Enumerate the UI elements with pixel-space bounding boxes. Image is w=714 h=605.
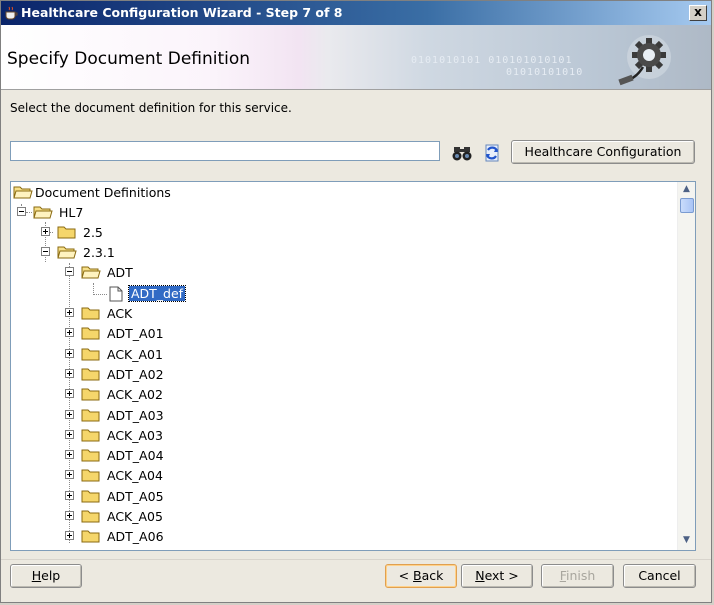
folder-icon	[57, 226, 76, 239]
tree-node-label: 2.5	[83, 225, 103, 240]
folder-icon	[81, 449, 100, 462]
folder-icon	[81, 490, 100, 503]
tree-connector	[69, 263, 70, 543]
tree-node-label: ACK	[107, 306, 133, 321]
folder-icon	[81, 307, 100, 320]
tree-connector	[26, 212, 32, 213]
collapse-icon[interactable]	[65, 267, 74, 276]
instruction-text: Select the document definition for this …	[10, 101, 292, 115]
tree-node-label: HL7	[59, 205, 84, 220]
open-folder-icon	[33, 206, 53, 219]
folder-icon	[81, 429, 100, 442]
binoculars-icon[interactable]	[451, 142, 473, 164]
open-folder-icon	[13, 186, 33, 199]
tree-node-label: ACK_A04	[107, 468, 163, 483]
tree-node-label: ADT_A04	[107, 448, 164, 463]
footer-divider	[1, 559, 711, 560]
scrollbar-thumb[interactable]	[680, 198, 694, 213]
expand-icon[interactable]	[65, 470, 74, 479]
tree-node-label: Document Definitions	[35, 185, 171, 200]
tree-node-label: 2.3.1	[83, 245, 115, 260]
folder-icon	[81, 510, 100, 523]
expand-icon[interactable]	[65, 511, 74, 520]
open-folder-icon	[81, 266, 101, 279]
search-input[interactable]	[10, 141, 440, 161]
tree-node-label: ADT_A06	[107, 529, 164, 544]
scroll-down-icon[interactable]: ▼	[680, 535, 693, 548]
folder-icon	[81, 327, 100, 340]
collapse-icon[interactable]	[41, 247, 50, 256]
coffee-cup-icon	[5, 6, 18, 20]
window-title: Healthcare Configuration Wizard - Step 7…	[21, 5, 343, 20]
tree-node-label: ADT_A05	[107, 489, 164, 504]
tree-node-label: ACK_A02	[107, 387, 163, 402]
close-button[interactable]: x	[689, 5, 707, 21]
tree-connector	[93, 294, 107, 295]
folder-icon	[81, 469, 100, 482]
expand-icon[interactable]	[65, 531, 74, 540]
tree-node-label: ADT_A02	[107, 367, 164, 382]
scroll-up-icon[interactable]: ▲	[680, 184, 693, 197]
wizard-window: Healthcare Configuration Wizard - Step 7…	[0, 0, 712, 603]
next-button[interactable]: Next >	[461, 564, 533, 588]
expand-icon[interactable]	[65, 328, 74, 337]
back-button[interactable]: < Back	[385, 564, 457, 588]
tree-node-label: ACK_A03	[107, 428, 163, 443]
document-definition-tree[interactable]: Document Definitions HL7 2.5 2.3.1 ADT A…	[10, 181, 696, 551]
header-banner: 0101010101 010101010101 01010101010 Spec…	[1, 25, 711, 90]
vertical-scrollbar[interactable]: ▲ ▼	[677, 182, 695, 550]
folder-icon	[81, 368, 100, 381]
banner-binary-text: 0101010101 010101010101	[411, 55, 573, 66]
help-button[interactable]: Help	[10, 564, 82, 588]
collapse-icon[interactable]	[17, 207, 26, 216]
tree-node-label: ADT	[107, 265, 133, 280]
finish-button[interactable]: Finish	[541, 564, 614, 588]
tree-node-label: ACK_A05	[107, 509, 163, 524]
tree-node-label: ADT_A01	[107, 326, 164, 341]
expand-icon[interactable]	[65, 430, 74, 439]
expand-icon[interactable]	[65, 308, 74, 317]
expand-icon[interactable]	[65, 491, 74, 500]
open-folder-icon	[57, 246, 77, 259]
tree-node-label: ACK_A01	[107, 347, 163, 362]
expand-icon[interactable]	[65, 369, 74, 378]
refresh-icon[interactable]	[481, 142, 503, 164]
cancel-button[interactable]: Cancel	[623, 564, 696, 588]
close-icon: x	[694, 5, 702, 19]
expand-icon[interactable]	[65, 450, 74, 459]
title-bar[interactable]: Healthcare Configuration Wizard - Step 7…	[1, 1, 711, 25]
folder-icon	[81, 530, 100, 543]
document-icon	[109, 286, 123, 302]
healthcare-configuration-button[interactable]: Healthcare Configuration	[511, 140, 695, 164]
expand-icon[interactable]	[41, 227, 50, 236]
folder-icon	[81, 409, 100, 422]
folder-icon	[81, 388, 100, 401]
page-title: Specify Document Definition	[7, 49, 251, 69]
expand-icon[interactable]	[65, 410, 74, 419]
tree-node-label-selected: ADT_def	[127, 285, 187, 302]
expand-icon[interactable]	[65, 389, 74, 398]
tree-node-label: ADT_A03	[107, 408, 164, 423]
folder-icon	[81, 348, 100, 361]
expand-icon[interactable]	[65, 349, 74, 358]
banner-binary-text-2: 01010101010	[506, 67, 584, 78]
gear-icon	[618, 35, 671, 86]
